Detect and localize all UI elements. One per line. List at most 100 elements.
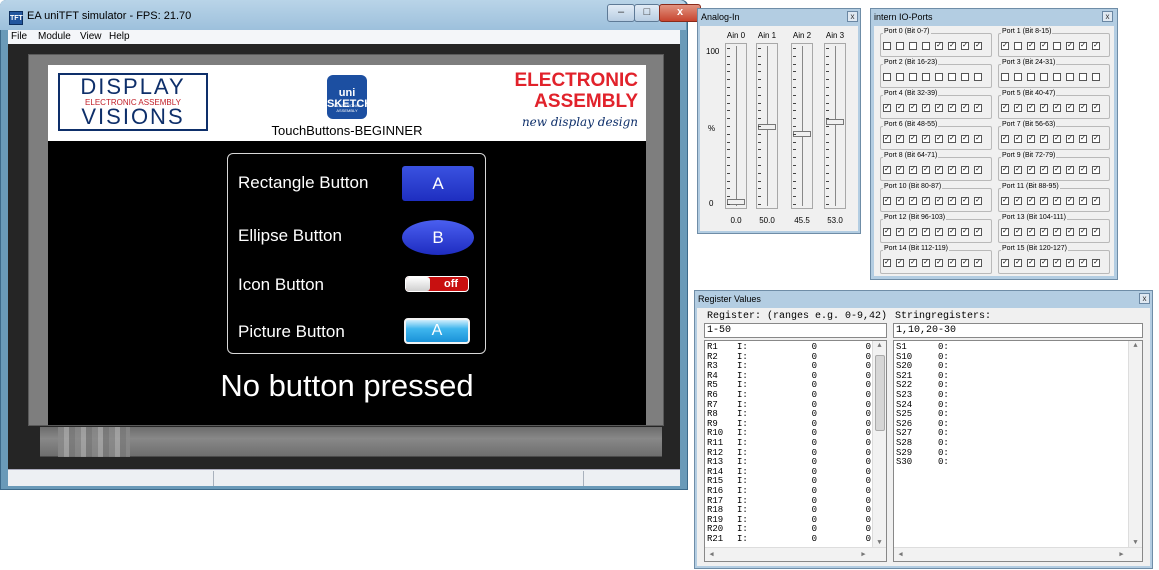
checked-checkbox[interactable]: ✓ <box>935 197 943 205</box>
checked-checkbox[interactable]: ✓ <box>1001 166 1009 174</box>
unchecked-checkbox[interactable] <box>909 42 917 50</box>
checked-checkbox[interactable]: ✓ <box>1040 197 1048 205</box>
checked-checkbox[interactable]: ✓ <box>1027 197 1035 205</box>
menu-file[interactable]: File <box>11 31 27 42</box>
scroll-left-icon[interactable]: ◀ <box>705 550 718 559</box>
unchecked-checkbox[interactable] <box>909 73 917 81</box>
checked-checkbox[interactable]: ✓ <box>896 166 904 174</box>
checked-checkbox[interactable]: ✓ <box>948 228 956 236</box>
minimize-button[interactable]: – <box>607 4 635 22</box>
unchecked-checkbox[interactable] <box>1053 42 1061 50</box>
checked-checkbox[interactable]: ✓ <box>1027 228 1035 236</box>
checked-checkbox[interactable]: ✓ <box>1014 197 1022 205</box>
checked-checkbox[interactable]: ✓ <box>1040 259 1048 267</box>
register-range-input[interactable]: 1-50 <box>704 323 887 338</box>
icon-toggle-button[interactable]: off <box>405 276 469 292</box>
register-vertical-scrollbar[interactable]: ▲ ▼ <box>872 341 886 549</box>
analog-slider-thumb[interactable] <box>758 124 776 130</box>
checked-checkbox[interactable]: ✓ <box>1092 135 1100 143</box>
checked-checkbox[interactable]: ✓ <box>1053 259 1061 267</box>
string-vertical-scrollbar[interactable]: ▲ ▼ <box>1128 341 1142 549</box>
checked-checkbox[interactable]: ✓ <box>1001 259 1009 267</box>
picture-touch-button[interactable]: A <box>404 318 470 344</box>
menu-view[interactable]: View <box>80 31 102 42</box>
menu-module[interactable]: Module <box>38 31 71 42</box>
unchecked-checkbox[interactable] <box>883 73 891 81</box>
checked-checkbox[interactable]: ✓ <box>1014 104 1022 112</box>
unchecked-checkbox[interactable] <box>883 42 891 50</box>
checked-checkbox[interactable]: ✓ <box>1079 42 1087 50</box>
checked-checkbox[interactable]: ✓ <box>935 42 943 50</box>
checked-checkbox[interactable]: ✓ <box>948 197 956 205</box>
checked-checkbox[interactable]: ✓ <box>1066 228 1074 236</box>
checked-checkbox[interactable]: ✓ <box>961 259 969 267</box>
scroll-down-icon[interactable]: ▼ <box>873 539 886 547</box>
checked-checkbox[interactable]: ✓ <box>1001 228 1009 236</box>
checked-checkbox[interactable]: ✓ <box>1066 135 1074 143</box>
checked-checkbox[interactable]: ✓ <box>1053 135 1061 143</box>
checked-checkbox[interactable]: ✓ <box>961 42 969 50</box>
checked-checkbox[interactable]: ✓ <box>974 166 982 174</box>
unchecked-checkbox[interactable] <box>1040 73 1048 81</box>
checked-checkbox[interactable]: ✓ <box>1001 104 1009 112</box>
checked-checkbox[interactable]: ✓ <box>961 104 969 112</box>
checked-checkbox[interactable]: ✓ <box>922 104 930 112</box>
checked-checkbox[interactable]: ✓ <box>1066 104 1074 112</box>
checked-checkbox[interactable]: ✓ <box>1027 42 1035 50</box>
checked-checkbox[interactable]: ✓ <box>909 197 917 205</box>
checked-checkbox[interactable]: ✓ <box>1014 259 1022 267</box>
unchecked-checkbox[interactable] <box>935 73 943 81</box>
checked-checkbox[interactable]: ✓ <box>961 135 969 143</box>
scroll-up-icon[interactable]: ▲ <box>873 342 886 350</box>
checked-checkbox[interactable]: ✓ <box>922 166 930 174</box>
checked-checkbox[interactable]: ✓ <box>948 104 956 112</box>
checked-checkbox[interactable]: ✓ <box>1040 104 1048 112</box>
unchecked-checkbox[interactable] <box>1079 73 1087 81</box>
stringregister-range-input[interactable]: 1,10,20-30 <box>893 323 1143 338</box>
checked-checkbox[interactable]: ✓ <box>1014 166 1022 174</box>
checked-checkbox[interactable]: ✓ <box>974 228 982 236</box>
checked-checkbox[interactable]: ✓ <box>883 166 891 174</box>
scroll-down-icon[interactable]: ▼ <box>1129 539 1142 547</box>
checked-checkbox[interactable]: ✓ <box>935 259 943 267</box>
rectangle-touch-button[interactable]: A <box>402 166 474 201</box>
checked-checkbox[interactable]: ✓ <box>1027 259 1035 267</box>
io-close-button[interactable]: x <box>1102 11 1113 22</box>
unchecked-checkbox[interactable] <box>1092 73 1100 81</box>
checked-checkbox[interactable]: ✓ <box>974 197 982 205</box>
checked-checkbox[interactable]: ✓ <box>1040 166 1048 174</box>
checked-checkbox[interactable]: ✓ <box>1040 135 1048 143</box>
checked-checkbox[interactable]: ✓ <box>1027 166 1035 174</box>
checked-checkbox[interactable]: ✓ <box>922 197 930 205</box>
unchecked-checkbox[interactable] <box>896 42 904 50</box>
unchecked-checkbox[interactable] <box>1014 42 1022 50</box>
checked-checkbox[interactable]: ✓ <box>909 104 917 112</box>
checked-checkbox[interactable]: ✓ <box>1027 104 1035 112</box>
checked-checkbox[interactable]: ✓ <box>974 135 982 143</box>
close-button[interactable]: x <box>659 4 701 22</box>
scroll-up-icon[interactable]: ▲ <box>1129 342 1142 350</box>
menu-help[interactable]: Help <box>109 31 130 42</box>
unchecked-checkbox[interactable] <box>896 73 904 81</box>
checked-checkbox[interactable]: ✓ <box>1053 166 1061 174</box>
checked-checkbox[interactable]: ✓ <box>883 135 891 143</box>
checked-checkbox[interactable]: ✓ <box>935 166 943 174</box>
checked-checkbox[interactable]: ✓ <box>1001 42 1009 50</box>
checked-checkbox[interactable]: ✓ <box>1079 104 1087 112</box>
checked-checkbox[interactable]: ✓ <box>1014 135 1022 143</box>
checked-checkbox[interactable]: ✓ <box>961 228 969 236</box>
checked-checkbox[interactable]: ✓ <box>1001 197 1009 205</box>
checked-checkbox[interactable]: ✓ <box>909 259 917 267</box>
checked-checkbox[interactable]: ✓ <box>1053 228 1061 236</box>
checked-checkbox[interactable]: ✓ <box>1092 104 1100 112</box>
string-horizontal-scrollbar[interactable]: ◀ ▶ <box>894 547 1142 561</box>
checked-checkbox[interactable]: ✓ <box>948 166 956 174</box>
scroll-left-icon[interactable]: ◀ <box>894 550 907 559</box>
checked-checkbox[interactable]: ✓ <box>896 104 904 112</box>
checked-checkbox[interactable]: ✓ <box>1066 197 1074 205</box>
checked-checkbox[interactable]: ✓ <box>1079 228 1087 236</box>
checked-checkbox[interactable]: ✓ <box>922 135 930 143</box>
checked-checkbox[interactable]: ✓ <box>974 104 982 112</box>
checked-checkbox[interactable]: ✓ <box>974 259 982 267</box>
checked-checkbox[interactable]: ✓ <box>896 228 904 236</box>
